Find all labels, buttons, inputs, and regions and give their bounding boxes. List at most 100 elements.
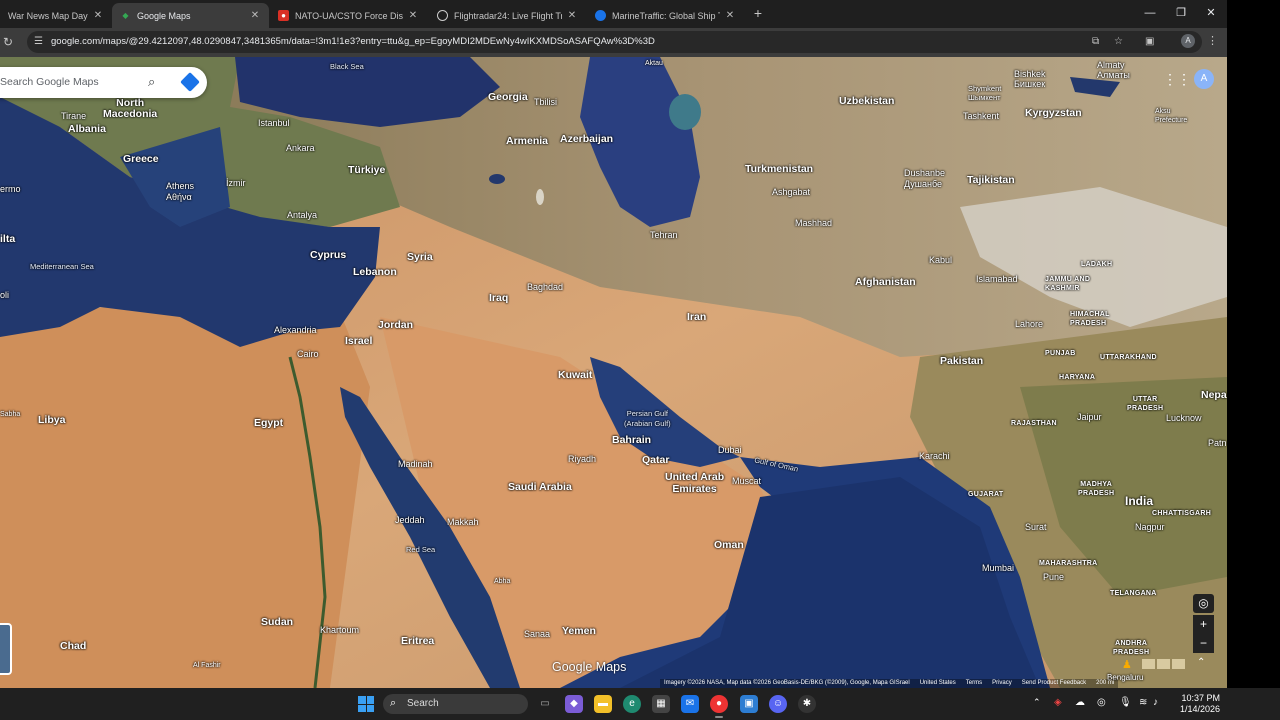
map-label: Patn: [1208, 438, 1227, 448]
install-app-icon[interactable]: ⧉: [1092, 36, 1099, 47]
taskbar-clock[interactable]: 10:37 PM 1/14/2026: [1164, 693, 1220, 715]
map-label: UTTAR PRADESH: [1127, 396, 1164, 412]
map-label: Saudi Arabia: [508, 481, 572, 493]
taskbar-search[interactable]: ⌕ Search: [383, 694, 528, 714]
layers-toggle[interactable]: [0, 623, 12, 675]
close-icon[interactable]: ✕: [566, 10, 578, 21]
app-icon[interactable]: ▣: [740, 695, 758, 713]
footer-link-privacy[interactable]: Privacy: [992, 679, 1012, 688]
profile-avatar[interactable]: A: [1181, 34, 1195, 48]
volume-icon[interactable]: ♪: [1153, 697, 1158, 708]
menu-dots-icon[interactable]: ⋮: [1207, 34, 1218, 47]
map-label: Persian Gulf (Arabian Gulf): [624, 409, 671, 428]
url-text[interactable]: google.com/maps/@29.4212097,48.0290847,3…: [51, 36, 655, 47]
close-icon[interactable]: ✕: [407, 10, 419, 21]
directions-icon[interactable]: [180, 72, 200, 92]
file-explorer-icon[interactable]: ▬: [594, 695, 612, 713]
map-label: Turkmenistan: [745, 163, 814, 175]
map-label: Tashkent: [963, 111, 1000, 121]
tab-nato[interactable]: ● NATO-UA/CSTO Force Disposit... ✕: [270, 3, 427, 28]
footer-link-country[interactable]: United States: [920, 679, 956, 688]
map-label: Kuwait: [558, 369, 593, 381]
address-bar[interactable]: ☰ google.com/maps/@29.4212097,48.0290847…: [27, 31, 1202, 53]
map-label: MAHARASHTRA: [1039, 560, 1098, 567]
zoom-out-button[interactable]: −: [1193, 634, 1214, 653]
map-label: Pune: [1043, 572, 1065, 582]
map-label: Dubai: [718, 445, 742, 455]
map-label: Chad: [60, 640, 87, 652]
discord-icon[interactable]: ☺: [769, 695, 787, 713]
new-tab-button[interactable]: +: [751, 5, 765, 21]
app-icon[interactable]: ✱: [798, 695, 816, 713]
map-label: Israel: [345, 335, 373, 347]
bookmark-star-icon[interactable]: ☆: [1114, 36, 1123, 47]
map-label: Athens Αθήνα: [166, 181, 195, 202]
my-location-icon[interactable]: ◎: [1193, 594, 1214, 613]
window-close-button[interactable]: ✕: [1204, 5, 1218, 21]
tab-search-icon[interactable]: ▣: [1145, 36, 1154, 47]
scale-bar[interactable]: 200 mi: [1096, 679, 1114, 688]
copilot-icon[interactable]: ◆: [565, 695, 583, 713]
map-label: Tirane: [61, 111, 87, 121]
map-label: Jaipur: [1077, 412, 1102, 422]
tab-google-maps[interactable]: ◆ Google Maps ✕: [112, 3, 269, 28]
chrome-icon[interactable]: ●: [710, 695, 728, 718]
map-label: MADHYA PRADESH: [1078, 481, 1115, 497]
search-input[interactable]: [0, 76, 130, 88]
satellite-map[interactable]: Black Sea Aktau Almaty Алматы Bishkek Би…: [0, 57, 1227, 688]
close-icon[interactable]: ✕: [92, 10, 104, 21]
map-label: Sanaa: [524, 629, 551, 639]
map-label: Istanbul: [258, 118, 290, 128]
close-icon[interactable]: ✕: [249, 10, 261, 21]
wifi-icon[interactable]: ≋: [1139, 697, 1147, 708]
map-label: Bahrain: [612, 434, 652, 446]
map-label: North Macedonia: [103, 97, 158, 120]
restore-button[interactable]: ❐: [1174, 5, 1188, 21]
map-label: UTTARAKHAND: [1100, 354, 1157, 361]
reload-icon[interactable]: ↻: [3, 35, 13, 49]
chevron-up-icon[interactable]: ⌃: [1197, 657, 1205, 668]
map-label: Shymkent Шымкент: [968, 84, 1002, 102]
microphone-icon[interactable]: 🎙: [1119, 697, 1132, 708]
tray-app-icon[interactable]: ◈: [1054, 697, 1062, 708]
mail-icon[interactable]: ✉: [681, 695, 699, 713]
account-avatar[interactable]: A: [1194, 69, 1214, 89]
taskbar-search-label: Search: [407, 698, 439, 709]
windows-start-icon[interactable]: [358, 696, 374, 712]
map-label: Dushanbe Душанбе: [904, 168, 946, 189]
map-label: Iran: [687, 311, 707, 323]
tab-flightradar[interactable]: Flightradar24: Live Flight Track... ✕: [429, 3, 586, 28]
map-label: GUJARAT: [968, 491, 1004, 498]
map-label: Türkiye: [348, 164, 386, 176]
layer-tiles[interactable]: [1142, 659, 1185, 669]
close-icon[interactable]: ✕: [724, 10, 736, 21]
tab-marinetraffic[interactable]: MarineTraffic: Global Ship Track... ✕: [587, 3, 744, 28]
tab-war-news[interactable]: War News Map Day 14... ✕: [0, 3, 112, 28]
browser-window: War News Map Day 14... ✕ ◆ Google Maps ✕…: [0, 0, 1227, 688]
map-label: Libya: [38, 414, 66, 426]
map-label: Egypt: [254, 417, 284, 429]
task-view-icon[interactable]: ▭: [536, 695, 554, 713]
map-label: Albania: [68, 123, 106, 135]
maps-search-box[interactable]: ⌕: [0, 67, 207, 98]
edge-icon[interactable]: e: [623, 695, 641, 713]
map-label: Red Sea: [406, 545, 436, 554]
map-label: Antalya: [287, 210, 318, 220]
tray-cloud-icon[interactable]: ☁: [1075, 697, 1085, 708]
map-label: Uzbekistan: [839, 95, 895, 107]
map-label: Lahore: [1015, 319, 1044, 329]
footer-link-feedback[interactable]: Send Product Feedback: [1022, 679, 1086, 688]
search-icon[interactable]: ⌕: [148, 74, 155, 90]
map-label: Georgia: [488, 91, 528, 103]
map-label: Oman: [714, 539, 744, 551]
zoom-in-button[interactable]: +: [1193, 615, 1214, 634]
tray-app-icon[interactable]: ◎: [1097, 697, 1106, 708]
minimize-button[interactable]: —: [1143, 5, 1157, 21]
tray-chevron-up-icon[interactable]: ⌃: [1033, 697, 1041, 708]
clock-date: 1/14/2026: [1179, 704, 1220, 714]
street-view-pegman-icon[interactable]: ♟: [1122, 658, 1132, 671]
store-icon[interactable]: ▦: [652, 695, 670, 713]
site-info-icon[interactable]: ☰: [34, 36, 43, 47]
map-label: Armenia: [506, 135, 549, 147]
footer-link-terms[interactable]: Terms: [966, 679, 982, 688]
